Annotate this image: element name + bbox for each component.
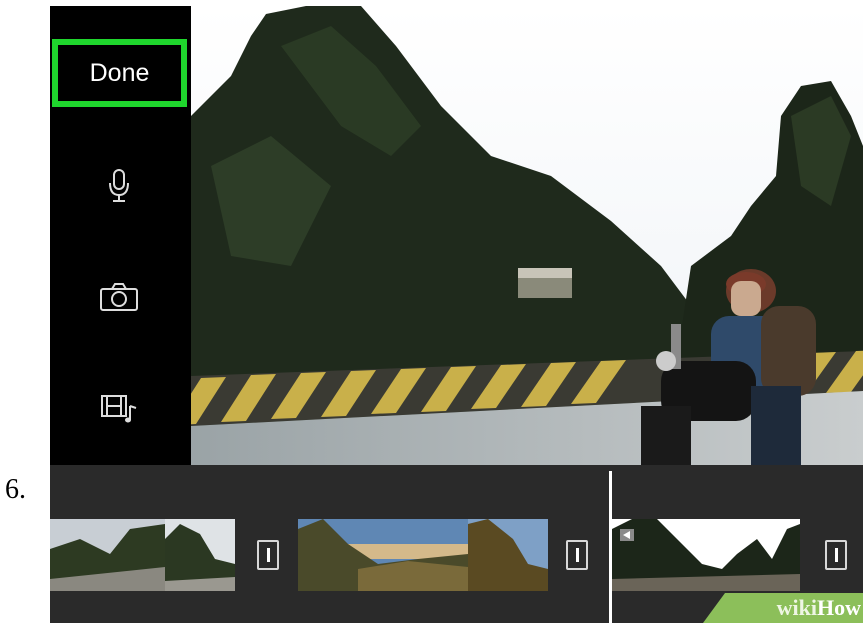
done-button[interactable]: Done [52,39,187,107]
playhead[interactable] [609,471,612,623]
transition-icon [266,548,270,562]
editor-sidebar: Done [50,6,191,465]
watermark-prefix: wiki [776,595,817,620]
microphone-glyph [109,169,129,202]
clip-thumbnail [298,519,548,591]
film-music-icon[interactable] [94,383,144,433]
step-number: 6. [5,474,26,505]
transition-button-2[interactable] [566,540,588,570]
transition-icon [575,548,579,562]
transition-button-3[interactable] [825,540,847,570]
transition-icon [834,548,838,562]
watermark-suffix: How [817,595,861,620]
camera-icon[interactable] [94,272,144,322]
cliff-motorcycle-clip[interactable] [612,519,800,591]
film-music-glyph [101,395,137,423]
transition-button-1[interactable] [257,540,279,570]
microphone-icon[interactable] [94,161,144,211]
imovie-editor-screenshot: 6. Done wiki How [0,0,863,623]
clip-thumbnail [50,519,235,591]
preview-frame [191,6,863,465]
valley-overlook-clip[interactable] [298,519,548,591]
wikihow-watermark: wiki How [703,593,863,623]
camera-glyph [100,283,138,311]
mountain-road-clip[interactable] [50,519,235,591]
clip-thumbnail [612,519,800,591]
clip-timeline[interactable]: wiki How [50,465,863,623]
video-preview[interactable] [191,6,863,465]
